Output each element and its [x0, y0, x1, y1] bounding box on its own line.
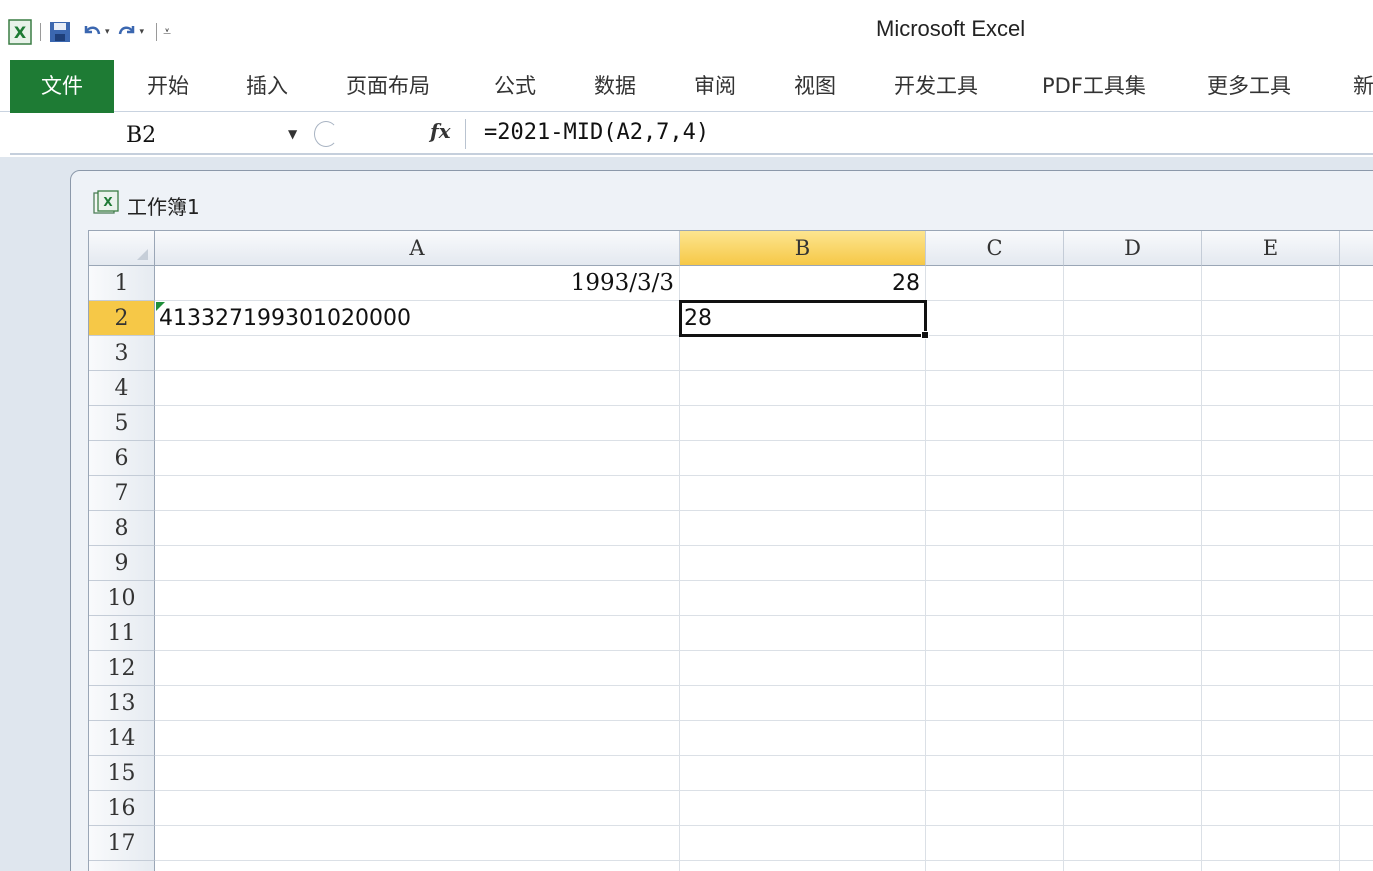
tab-more-tools[interactable]: 更多工具 — [1207, 60, 1291, 112]
row-header-16[interactable]: 16 — [89, 791, 155, 826]
column-header-d[interactable]: D — [1064, 231, 1202, 266]
gridline — [155, 615, 1373, 616]
active-cell-selection — [679, 300, 927, 337]
gridline — [679, 266, 680, 871]
gridline — [155, 370, 1373, 371]
gridline — [155, 405, 1373, 406]
gridline — [155, 510, 1373, 511]
workbook-titlebar: X 工作簿1 — [93, 187, 200, 223]
tab-file[interactable]: 文件 — [10, 60, 114, 114]
column-header-c[interactable]: C — [926, 231, 1064, 266]
undo-icon[interactable] — [81, 19, 103, 45]
undo-dropdown-icon[interactable]: ▾ — [105, 27, 110, 37]
gridline — [1339, 266, 1340, 871]
tab-view[interactable]: 视图 — [794, 60, 836, 112]
gridline — [925, 266, 926, 871]
tab-page-layout[interactable]: 页面布局 — [346, 60, 430, 112]
qat-separator — [156, 23, 158, 41]
formula-bar: B2 ▼ fx =2021-MID(A2,7,4) — [10, 113, 1373, 155]
gridline — [155, 580, 1373, 581]
app-title: Microsoft Excel — [876, 16, 1026, 41]
tab-pdf-tools[interactable]: PDF工具集 — [1042, 60, 1146, 112]
row-header-5[interactable]: 5 — [89, 406, 155, 441]
title-bar: X ▾ ▾ ⩡ Microsoft Excel — [0, 0, 1373, 60]
gridline — [155, 475, 1373, 476]
row-header-12[interactable]: 12 — [89, 651, 155, 686]
qat-separator — [40, 23, 41, 41]
tab-data[interactable]: 数据 — [594, 60, 636, 112]
quick-access-toolbar: X ▾ ▾ ⩡ — [8, 18, 171, 46]
row-header-7[interactable]: 7 — [89, 476, 155, 511]
row-header-15[interactable]: 15 — [89, 756, 155, 791]
row-header-11[interactable]: 11 — [89, 616, 155, 651]
name-box-dropdown-icon[interactable]: ▼ — [288, 127, 297, 141]
column-header-b[interactable]: B — [680, 231, 926, 266]
tab-developer[interactable]: 开发工具 — [894, 60, 978, 112]
gridline — [1201, 266, 1202, 871]
gridline — [155, 860, 1373, 861]
tab-home[interactable]: 开始 — [147, 60, 189, 112]
tab-formulas[interactable]: 公式 — [494, 60, 536, 112]
gridline — [155, 545, 1373, 546]
gridline — [155, 440, 1373, 441]
row-header-14[interactable]: 14 — [89, 721, 155, 756]
column-header-a[interactable]: A — [155, 231, 680, 266]
tab-new-partial[interactable]: 新 — [1353, 60, 1373, 112]
redo-dropdown-icon[interactable]: ▾ — [140, 27, 145, 37]
gridline — [155, 825, 1373, 826]
spreadsheet-grid[interactable]: A B C D E 1 2 3 4 5 6 7 8 9 10 11 12 13 … — [88, 230, 1373, 871]
select-all-icon — [137, 249, 148, 260]
row-header-17[interactable]: 17 — [89, 826, 155, 861]
redo-icon[interactable] — [116, 19, 138, 45]
formula-tools: fx — [312, 117, 462, 151]
gridline — [1063, 266, 1064, 871]
insert-function-icon[interactable]: fx — [430, 119, 451, 143]
gridline — [155, 790, 1373, 791]
formula-divider — [465, 119, 466, 149]
gridline — [155, 755, 1373, 756]
customize-qat-icon[interactable]: ⩡ — [163, 19, 171, 45]
row-header-10[interactable]: 10 — [89, 581, 155, 616]
row-header-partial[interactable] — [89, 861, 155, 871]
column-header-partial[interactable] — [1340, 231, 1373, 266]
column-header-e[interactable]: E — [1202, 231, 1340, 266]
row-header-6[interactable]: 6 — [89, 441, 155, 476]
cell-a1[interactable]: 1993/3/3 — [155, 266, 680, 301]
formula-input[interactable]: =2021-MID(A2,7,4) — [484, 120, 709, 145]
row-header-13[interactable]: 13 — [89, 686, 155, 721]
row-header-4[interactable]: 4 — [89, 371, 155, 406]
fill-handle[interactable] — [921, 331, 929, 339]
row-header-1[interactable]: 1 — [89, 266, 155, 301]
gridline — [155, 720, 1373, 721]
row-header-2[interactable]: 2 — [89, 301, 155, 336]
name-box-value: B2 — [126, 123, 157, 148]
row-header-3[interactable]: 3 — [89, 336, 155, 371]
ribbon-tabs: 文件 开始 插入 页面布局 公式 数据 审阅 视图 开发工具 PDF工具集 更多… — [0, 60, 1373, 114]
gridline — [155, 685, 1373, 686]
tab-insert[interactable]: 插入 — [246, 60, 288, 112]
svg-text:X: X — [103, 195, 113, 209]
name-box[interactable]: B2 ▼ — [10, 117, 310, 151]
workbook-title: 工作簿1 — [127, 194, 200, 219]
row-header-9[interactable]: 9 — [89, 546, 155, 581]
save-icon[interactable] — [47, 19, 73, 45]
excel-app-icon[interactable]: X — [8, 19, 34, 45]
select-all-corner[interactable] — [89, 231, 155, 266]
svg-text:X: X — [14, 23, 27, 42]
row-header-8[interactable]: 8 — [89, 511, 155, 546]
cell-a2[interactable]: 413327199301020000 — [155, 301, 680, 336]
tab-review[interactable]: 审阅 — [694, 60, 736, 112]
cancel-circle-icon[interactable] — [314, 121, 338, 147]
workbook-icon: X — [93, 190, 119, 220]
gridline — [155, 650, 1373, 651]
cell-b1[interactable]: 28 — [680, 266, 926, 301]
error-indicator-icon — [156, 302, 165, 311]
